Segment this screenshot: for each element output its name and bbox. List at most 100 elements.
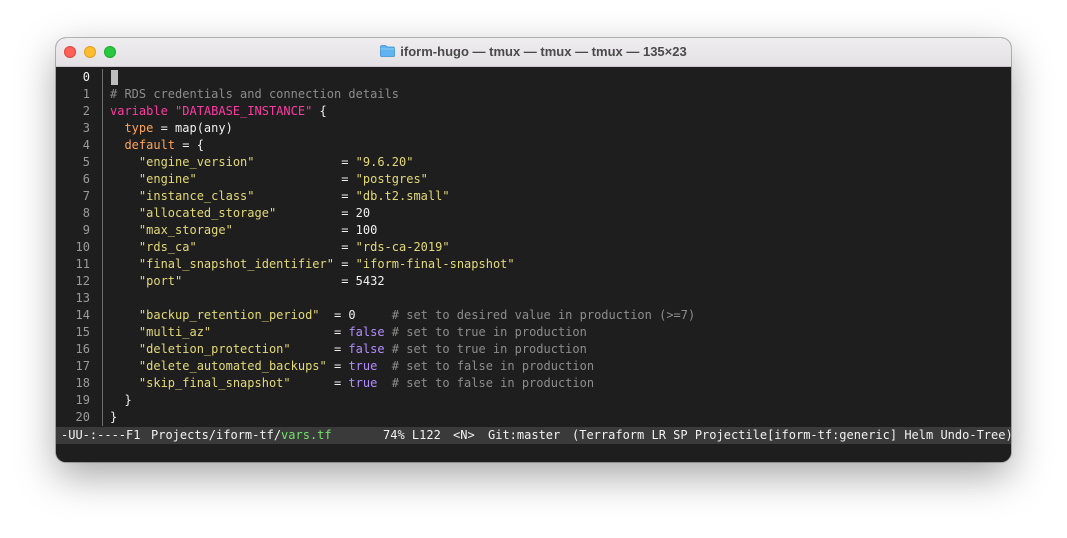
title-bar: iform-hugo — tmux — tmux — tmux — 135×23: [56, 38, 1011, 67]
line-number: 19: [75, 393, 90, 407]
editor-line[interactable]: 15 "multi_az" = false # set to true in p…: [56, 324, 1011, 341]
modeline-status: -UU-:----F1: [61, 428, 141, 442]
code-text: "instance_class" = "db.t2.small": [110, 188, 450, 205]
editor-line[interactable]: 17 "delete_automated_backups" = true # s…: [56, 358, 1011, 375]
gutter-separator: [102, 324, 103, 341]
token-attr: type: [124, 121, 154, 135]
token-plain: = map(any): [153, 121, 233, 135]
gutter-separator: [102, 341, 103, 358]
editor-line[interactable]: 2 variable "DATABASE_INSTANCE" {: [56, 103, 1011, 120]
gutter-separator: [102, 137, 103, 154]
gutter-separator: [102, 154, 103, 171]
code-text: type = map(any): [110, 120, 233, 137]
token-attr: default: [124, 138, 176, 152]
token-plain: =: [290, 376, 349, 390]
line-number: 9: [82, 223, 90, 237]
line-number: 20: [75, 410, 90, 424]
token-str: "skip_final_snapshot": [138, 376, 291, 390]
modeline-path: Projects/iform-tf/vars.tf: [151, 427, 332, 444]
line-number: 0: [82, 70, 90, 84]
editor-line[interactable]: 14 "backup_retention_period" = 0 # set t…: [56, 307, 1011, 324]
editor-line[interactable]: 7 "instance_class" = "db.t2.small": [56, 188, 1011, 205]
gutter-separator: [102, 375, 103, 392]
editor-line[interactable]: 18 "skip_final_snapshot" = true # set to…: [56, 375, 1011, 392]
token-str: "rds-ca-2019": [355, 240, 450, 254]
code-text: "final_snapshot_identifier" = "iform-fin…: [110, 256, 515, 273]
editor-line[interactable]: 16 "deletion_protection" = false # set t…: [56, 341, 1011, 358]
token-str: "max_storage": [138, 223, 233, 237]
code-text: "skip_final_snapshot" = true # set to fa…: [110, 375, 594, 392]
code-text: variable "DATABASE_INSTANCE" {: [110, 103, 327, 120]
editor-line[interactable]: 11 "final_snapshot_identifier" = "iform-…: [56, 256, 1011, 273]
token-str: "port": [138, 274, 183, 288]
editor-line[interactable]: 19 }: [56, 392, 1011, 409]
token-comment: # set to false in production: [391, 359, 595, 373]
text-cursor: [111, 70, 118, 85]
terminal-content[interactable]: 0 1 # RDS credentials and connection detai…: [56, 67, 1011, 462]
token-str: "postgres": [355, 172, 428, 186]
gutter-separator: [102, 358, 103, 375]
gutter-separator: [102, 171, 103, 188]
gutter-separator: [102, 256, 103, 273]
editor-line[interactable]: 10 "rds_ca" = "rds-ca-2019": [56, 239, 1011, 256]
code-text: "deletion_protection" = false # set to t…: [110, 341, 587, 358]
token-bool: false: [348, 342, 385, 356]
token-str: "instance_class": [138, 189, 255, 203]
token-comment: # set to true in production: [391, 325, 587, 339]
token-comment: # RDS credentials and connection details: [110, 87, 399, 101]
editor-line[interactable]: 13: [56, 290, 1011, 307]
code-text: "rds_ca" = "rds-ca-2019": [110, 239, 450, 256]
token-plain: = 20: [276, 206, 371, 220]
token-plain: = 5432: [182, 274, 385, 288]
editor-line[interactable]: 3 type = map(any): [56, 120, 1011, 137]
editor-line[interactable]: 0: [56, 69, 1011, 86]
modeline-evil-state: <N>: [453, 428, 475, 442]
editor-line[interactable]: 1 # RDS credentials and connection detail…: [56, 86, 1011, 103]
token-plain: = 100: [232, 223, 378, 237]
code-text: }: [110, 409, 117, 426]
line-number: 7: [82, 189, 90, 203]
token-bool: false: [348, 325, 385, 339]
token-kw: "DATABASE_INSTANCE": [175, 104, 313, 118]
line-number: 11: [75, 257, 90, 271]
token-str: "db.t2.small": [355, 189, 450, 203]
modeline-position: 74% L122: [383, 428, 441, 442]
token-bool: true: [348, 359, 378, 373]
token-str: "9.6.20": [355, 155, 414, 169]
token-plain: }: [110, 410, 118, 424]
line-number: 3: [82, 121, 90, 135]
editor-line[interactable]: 8 "allocated_storage" = 20: [56, 205, 1011, 222]
line-number: 4: [82, 138, 90, 152]
editor-line[interactable]: 6 "engine" = "postgres": [56, 171, 1011, 188]
token-str: "iform-final-snapshot": [355, 257, 515, 271]
line-number: 5: [82, 155, 90, 169]
token-str: "backup_retention_period": [138, 308, 320, 322]
gutter-separator: [102, 409, 103, 426]
token-str: "engine_version": [138, 155, 255, 169]
token-plain: =: [254, 189, 356, 203]
gutter-separator: [102, 392, 103, 409]
editor-line[interactable]: 9 "max_storage" = 100: [56, 222, 1011, 239]
code-text: "engine" = "postgres": [110, 171, 428, 188]
editor-line[interactable]: 20}: [56, 409, 1011, 426]
line-number: 2: [82, 104, 90, 118]
token-str: "multi_az": [138, 325, 212, 339]
editor-line[interactable]: 4 default = {: [56, 137, 1011, 154]
editor-line[interactable]: 5 "engine_version" = "9.6.20": [56, 154, 1011, 171]
token-plain: = 0: [319, 308, 392, 322]
token-plain: =: [196, 240, 356, 254]
editor-line[interactable]: 12 "port" = 5432: [56, 273, 1011, 290]
token-plain: =: [254, 155, 356, 169]
